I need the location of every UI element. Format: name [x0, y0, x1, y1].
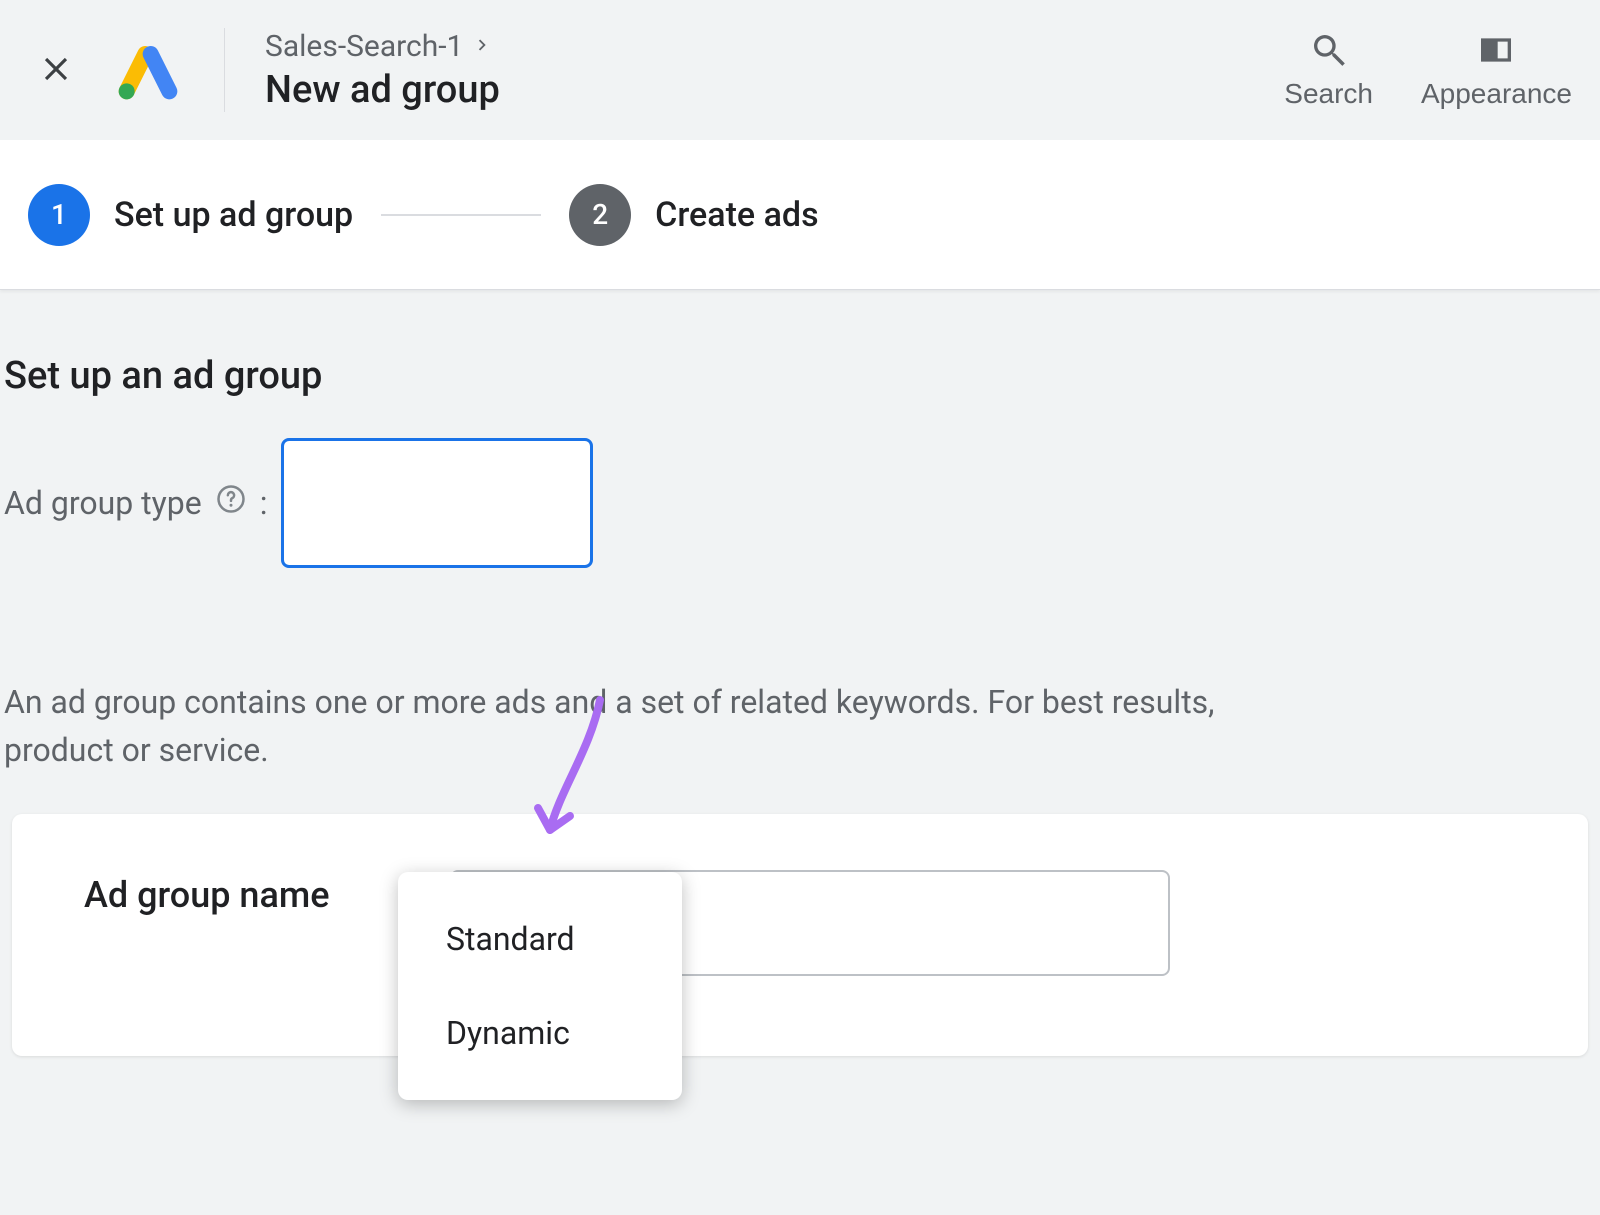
appearance-button[interactable]: Appearance [1421, 30, 1572, 110]
search-button[interactable]: Search [1284, 30, 1373, 110]
step-1-number: 1 [28, 184, 90, 246]
header-actions: Search Appearance [1284, 30, 1572, 110]
chevron-right-icon [471, 29, 493, 64]
dropdown-option-standard[interactable]: Standard [398, 892, 682, 986]
ad-group-type-dropdown: Standard Dynamic [398, 872, 682, 1100]
ad-group-name-label: Ad group name [84, 870, 330, 916]
ad-group-type-label: Ad group type [4, 484, 202, 522]
close-icon [37, 50, 75, 91]
step-connector [381, 214, 541, 216]
close-button[interactable] [28, 42, 84, 98]
description-line-2: product or service. [4, 731, 269, 769]
google-ads-logo-icon [112, 34, 184, 106]
dropdown-option-dynamic[interactable]: Dynamic [398, 986, 682, 1080]
search-icon [1309, 30, 1349, 70]
stepper: 1 Set up ad group 2 Create ads [0, 140, 1600, 290]
appearance-label: Appearance [1421, 78, 1572, 110]
step-1-label: Set up ad group [114, 195, 353, 235]
ad-group-name-card: Ad group name [12, 814, 1588, 1056]
app-header: Sales-Search-1 New ad group Search Appea… [0, 0, 1600, 140]
description-line-1: An ad group contains one or more ads and… [4, 683, 1214, 721]
ad-group-type-select[interactable] [281, 438, 593, 568]
ad-group-description: An ad group contains one or more ads and… [0, 568, 1600, 814]
search-label: Search [1284, 78, 1373, 110]
help-icon[interactable] [216, 484, 246, 522]
breadcrumb: Sales-Search-1 New ad group [265, 29, 500, 112]
section-title: Set up an ad group [0, 290, 1600, 438]
page-title: New ad group [265, 68, 500, 112]
step-2-label: Create ads [655, 195, 818, 235]
type-label-suffix: : [260, 484, 268, 522]
appearance-icon [1476, 30, 1516, 70]
header-divider [224, 28, 225, 112]
breadcrumb-campaign[interactable]: Sales-Search-1 [265, 29, 463, 64]
main-content: Set up an ad group Ad group type : Stand… [0, 290, 1600, 1056]
step-2[interactable]: 2 Create ads [569, 184, 818, 246]
step-1[interactable]: 1 Set up ad group [28, 184, 353, 246]
step-2-number: 2 [569, 184, 631, 246]
ad-group-type-row: Ad group type : [0, 438, 1600, 568]
